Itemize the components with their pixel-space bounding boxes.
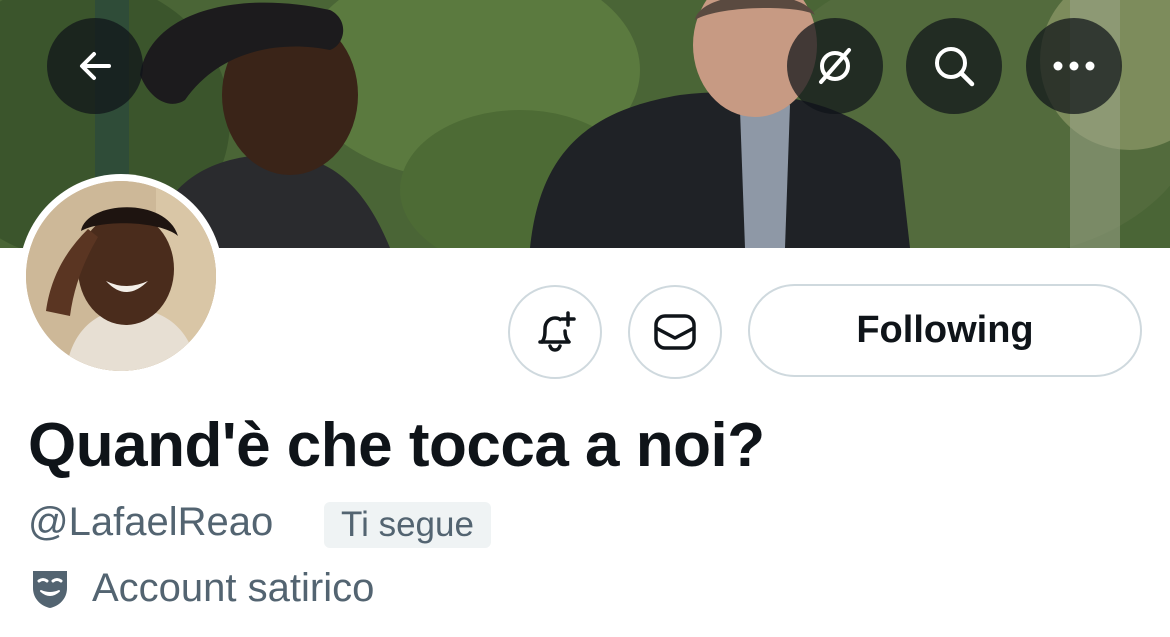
display-name: Quand'è che tocca a noi? [28,411,765,480]
envelope-icon [654,314,696,350]
arrow-left-icon [80,52,111,80]
back-button[interactable] [47,18,143,114]
slashed-circle-icon [819,48,851,84]
following-button-label: Following [856,309,1034,351]
more-options-button[interactable] [1026,18,1122,114]
follows-you-badge: Ti segue [324,502,491,548]
search-button[interactable] [906,18,1002,114]
bell-plus-icon [538,311,576,352]
avatar[interactable] [19,174,223,378]
grok-button[interactable] [787,18,883,114]
following-button[interactable]: Following [748,284,1142,377]
account-label: Account satirico [30,566,374,611]
notifications-button[interactable] [508,285,602,379]
account-label-text: Account satirico [92,566,375,610]
theater-masks-icon [33,570,67,608]
user-handle: @LafaelReao [28,500,274,544]
ellipsis-icon [1053,61,1095,71]
search-icon [935,47,975,87]
message-button[interactable] [628,285,722,379]
avatar-photo [26,181,216,371]
